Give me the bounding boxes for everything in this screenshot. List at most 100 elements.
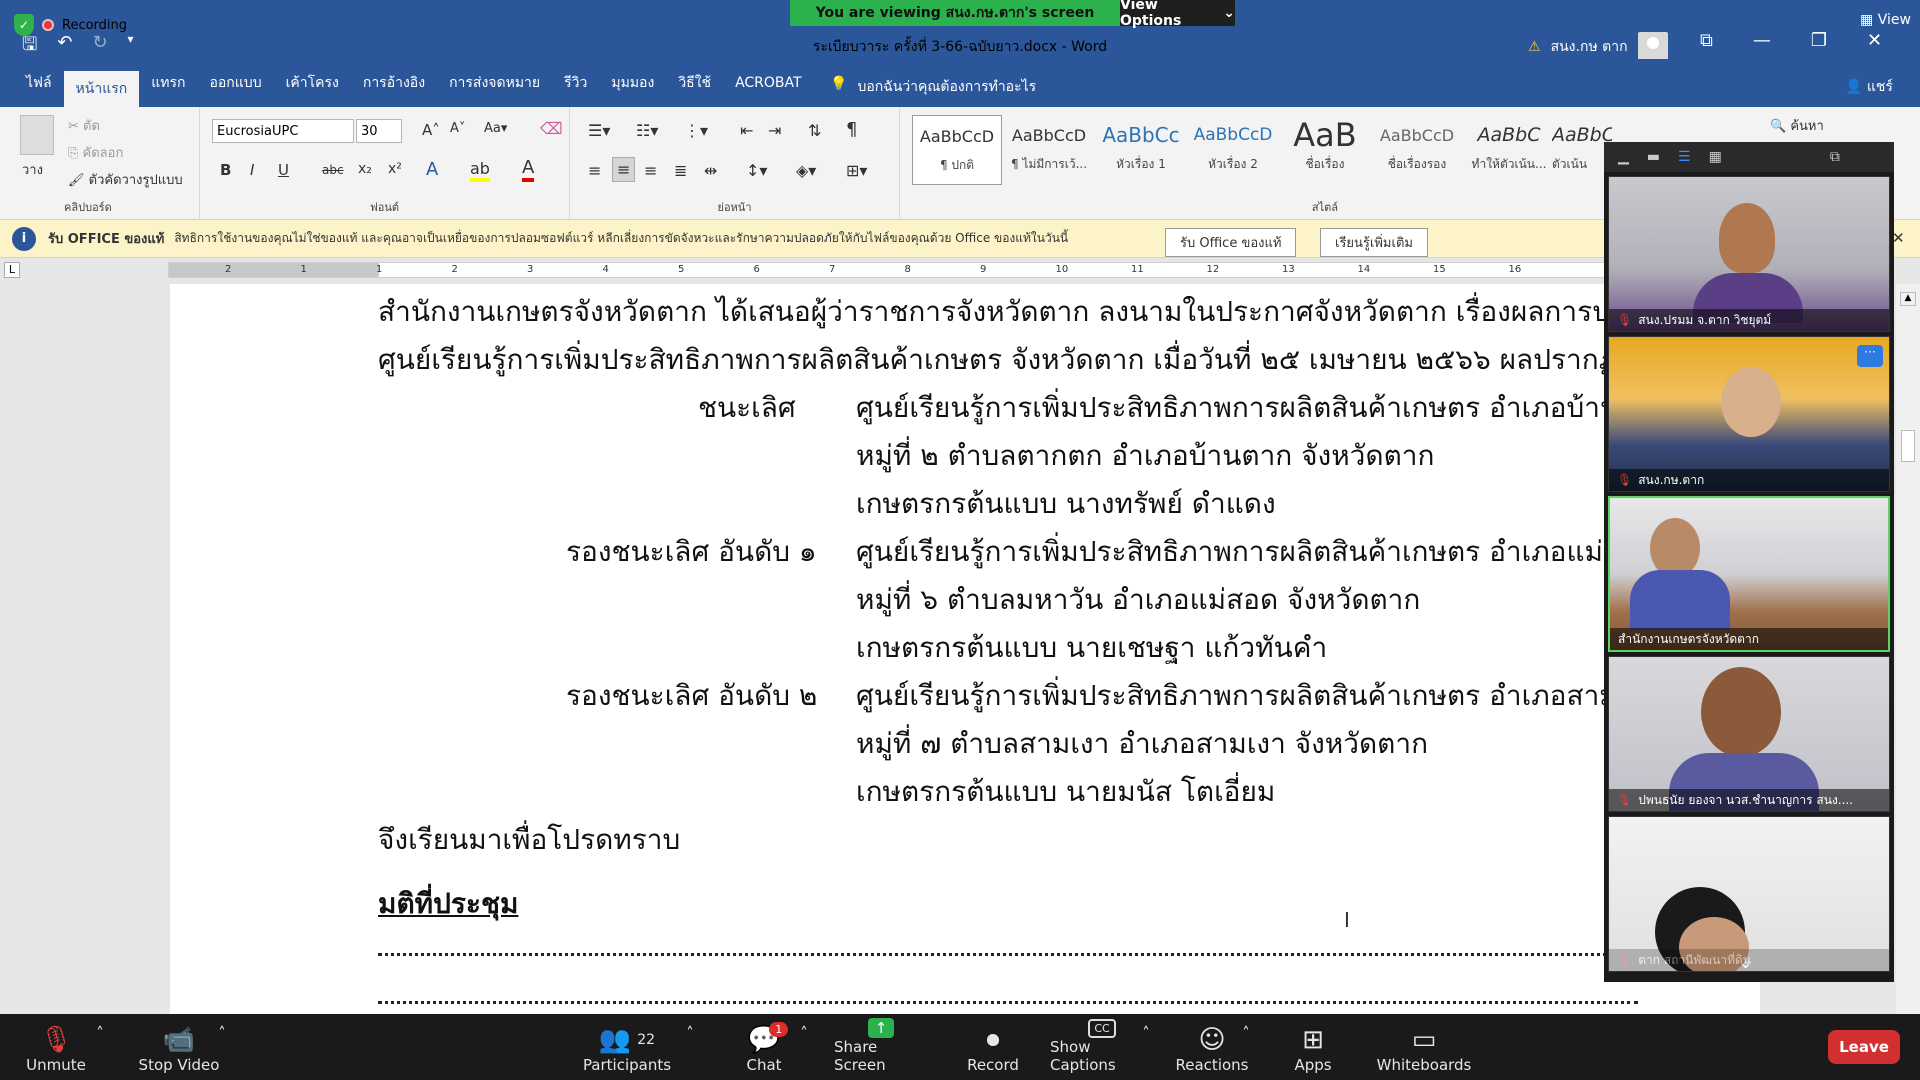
tab-acrobat[interactable]: ACROBAT xyxy=(723,59,814,107)
video-options-chevron-icon[interactable]: ˄ xyxy=(212,1018,232,1078)
tab-help[interactable]: วิธีใช้ xyxy=(666,59,723,107)
record-button[interactable]: ⏺ Record xyxy=(966,1018,1020,1078)
tab-mailings[interactable]: การส่งจดหมาย xyxy=(437,59,552,107)
style-heading-1[interactable]: AaBbCc หัวเรื่อง 1 xyxy=(1096,115,1186,185)
speaker-view-icon[interactable]: ☰ xyxy=(1678,149,1691,165)
tab-selector-icon[interactable]: L xyxy=(4,262,20,278)
whiteboards-button[interactable]: ▭ Whiteboards xyxy=(1377,1018,1472,1078)
leave-button[interactable]: Leave xyxy=(1828,1030,1900,1064)
tab-file[interactable]: ไฟล์ xyxy=(14,59,64,107)
audio-options-chevron-icon[interactable]: ˄ xyxy=(90,1018,110,1078)
warning-icon[interactable]: ⚠ xyxy=(1528,39,1541,55)
tab-references[interactable]: การอ้างอิง xyxy=(351,59,437,107)
style-no-spacing[interactable]: AaBbCcD ¶ ไม่มีการเว้... xyxy=(1004,115,1094,185)
align-center-icon[interactable]: ≡ xyxy=(612,157,636,182)
tell-me-search[interactable]: 💡 บอกฉันว่าคุณต้องการทำอะไร xyxy=(830,76,1036,98)
subscript-icon[interactable]: x₂ xyxy=(358,161,372,177)
paste-button[interactable]: วาง xyxy=(22,159,43,180)
unmute-button[interactable]: 🎙 Unmute xyxy=(24,1018,88,1078)
text-effects-icon[interactable]: A xyxy=(426,159,438,180)
avatar[interactable] xyxy=(1637,32,1668,62)
save-icon[interactable]: 🖫 xyxy=(22,32,37,62)
copy-button[interactable]: ⎘ คัดลอก xyxy=(68,142,123,163)
numbering-icon[interactable]: ☷▾ xyxy=(636,121,658,140)
learn-more-button[interactable]: เรียนรู้เพิ่มเติม xyxy=(1320,228,1428,257)
gallery-view-icon[interactable]: ▦ xyxy=(1709,149,1722,165)
superscript-icon[interactable]: x² xyxy=(388,161,402,177)
chat-chevron-icon[interactable]: ˄ xyxy=(794,1018,814,1078)
decrease-indent-icon[interactable]: ⇤ xyxy=(740,121,753,140)
italic-icon[interactable]: I xyxy=(250,161,254,179)
tab-design[interactable]: ออกแบบ xyxy=(197,59,273,107)
vertical-scrollbar[interactable]: ▲ xyxy=(1896,284,1920,1014)
align-left-icon[interactable]: ≡ xyxy=(588,161,601,180)
sort-icon[interactable]: ⇅ xyxy=(808,121,821,140)
participant-tile[interactable]: 🎙 สนง.ปรมม จ.ตาก วิชยุตม์ xyxy=(1608,176,1890,332)
chat-button[interactable]: 💬 1 Chat xyxy=(744,1018,789,1078)
stop-video-button[interactable]: 📹 Stop Video xyxy=(134,1018,224,1078)
tab-review[interactable]: รีวิว xyxy=(552,59,599,107)
tab-home[interactable]: หน้าแรก xyxy=(63,71,140,107)
grow-font-icon[interactable]: A˄ xyxy=(422,121,440,139)
borders-icon[interactable]: ⊞▾ xyxy=(846,161,867,180)
style-normal[interactable]: AaBbCcD ¶ ปกติ xyxy=(912,115,1002,185)
participants-chevron-icon[interactable]: ˄ xyxy=(680,1018,700,1078)
redo-icon[interactable]: ↻ xyxy=(92,32,107,62)
participant-tile[interactable]: ··· 🎙 สนง.กษ.ตาก xyxy=(1608,336,1890,492)
line-spacing-icon[interactable]: ↕▾ xyxy=(746,161,767,180)
document-page[interactable]: สำนักงานเกษตรจังหวัดตาก ได้เสนอผู้ว่าราช… xyxy=(170,284,1760,1014)
bullets-icon[interactable]: ☰▾ xyxy=(588,121,610,140)
horizontal-ruler[interactable]: 2 1 1 2 3 4 5 6 7 8 9 10 11 12 13 14 15 16 xyxy=(168,262,1608,278)
customize-qat-icon[interactable]: ▾ xyxy=(128,32,134,62)
restore-icon[interactable]: ❐ xyxy=(1811,30,1827,51)
font-color-icon[interactable]: A xyxy=(522,157,535,182)
minimize-gallery-icon[interactable]: ▁ xyxy=(1618,149,1629,165)
style-title[interactable]: AaB ชื่อเรื่อง xyxy=(1280,115,1370,185)
share-screen-button[interactable]: ↑ Share Screen xyxy=(834,1018,928,1078)
participant-tile-active-speaker[interactable]: สำนักงานเกษตรจังหวัดตาก xyxy=(1608,496,1890,652)
font-name-select[interactable]: EucrosiaUPC xyxy=(212,119,354,143)
shrink-font-icon[interactable]: A˅ xyxy=(450,121,465,136)
find-button[interactable]: 🔍 ค้นหา xyxy=(1770,115,1824,136)
strikethrough-icon[interactable]: abc xyxy=(322,163,344,177)
format-painter-button[interactable]: 🖌 ตัวคัดวางรูปแบบ xyxy=(68,169,183,190)
participant-tile[interactable]: 🎙 ปพนธนัย ยองจา นวส.ชำนาญการ สนง.... xyxy=(1608,656,1890,812)
style-heading-2[interactable]: AaBbCcD หัวเรื่อง 2 xyxy=(1188,115,1278,185)
undo-icon[interactable]: ↶ xyxy=(57,32,72,62)
bold-icon[interactable]: B xyxy=(220,161,231,179)
participant-tile[interactable]: 🎙 ตาก สถานีพัฒนาที่ดิน ⌄ xyxy=(1608,816,1890,972)
view-button[interactable]: ▦ View xyxy=(1860,12,1911,28)
get-genuine-office-button[interactable]: รับ Office ของแท้ xyxy=(1165,228,1297,257)
distributed-icon[interactable]: ⇹ xyxy=(704,161,717,180)
captions-chevron-icon[interactable]: ˄ xyxy=(1136,1018,1156,1078)
exit-fullscreen-icon[interactable]: ⧉ xyxy=(1830,149,1840,165)
scroll-up-icon[interactable]: ▲ xyxy=(1900,292,1916,306)
style-subtitle[interactable]: AaBbCcD ชื่อเรื่องรอง xyxy=(1372,115,1462,185)
tab-layout[interactable]: เค้าโครง xyxy=(274,59,351,107)
cut-button[interactable]: ✂ ตัด xyxy=(68,115,100,136)
tab-view[interactable]: มุมมอง xyxy=(599,59,666,107)
user-account[interactable]: ⚠ สนง.กษ ตาก xyxy=(1528,32,1668,62)
justify-icon[interactable]: ≣ xyxy=(674,161,687,180)
apps-button[interactable]: ⊞ Apps xyxy=(1290,1018,1336,1078)
style-emphasis[interactable]: AaBbC ตัวเน้น xyxy=(1552,115,1612,185)
multilevel-list-icon[interactable]: ⋮▾ xyxy=(684,121,708,140)
view-options-button[interactable]: View Options ⌄ xyxy=(1120,0,1235,29)
share-button[interactable]: 👤 แชร์ xyxy=(1845,76,1893,98)
more-options-icon[interactable]: ··· xyxy=(1857,345,1883,367)
highlight-icon[interactable]: ab xyxy=(470,159,490,182)
scroll-down-chevron-icon[interactable]: ⌄ xyxy=(1739,953,1752,971)
underline-icon[interactable]: U xyxy=(278,161,289,179)
thumbnail-view-icon[interactable]: ▬ xyxy=(1647,149,1660,165)
participants-button[interactable]: 👥 22 Participants xyxy=(582,1018,672,1078)
ribbon-display-icon[interactable]: ⧉ xyxy=(1700,30,1713,51)
increase-indent-icon[interactable]: ⇥ xyxy=(768,121,781,140)
reactions-chevron-icon[interactable]: ˄ xyxy=(1236,1018,1256,1078)
style-subtle-emphasis[interactable]: AaBbC ทำให้ตัวเน้น... xyxy=(1464,115,1554,185)
clear-formatting-icon[interactable]: ⌫ xyxy=(540,119,563,138)
change-case-icon[interactable]: Aa▾ xyxy=(484,121,507,136)
align-right-icon[interactable]: ≡ xyxy=(644,161,657,180)
scroll-thumb[interactable] xyxy=(1901,430,1915,462)
close-icon[interactable]: ✕ xyxy=(1867,30,1882,51)
shading-icon[interactable]: ◈▾ xyxy=(796,161,816,180)
